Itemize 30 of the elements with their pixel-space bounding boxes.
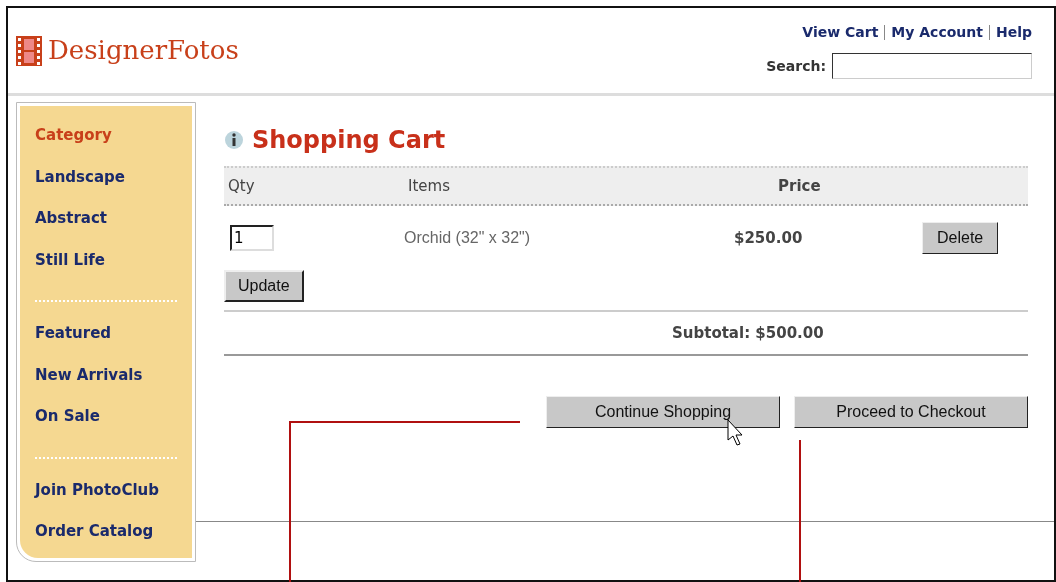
sidebar-link[interactable]: New Arrivals	[35, 363, 177, 405]
search-label: Search:	[766, 56, 826, 76]
page-title: Shopping Cart	[252, 125, 446, 156]
info-icon	[224, 130, 244, 150]
column-header: Qty	[228, 175, 256, 197]
sidebar-link[interactable]: Still Life	[35, 248, 177, 290]
pointer-cursor-icon	[727, 419, 743, 446]
item-name: Orchid (32" x 32")	[404, 228, 532, 248]
action-button[interactable]: Continue Shopping	[546, 396, 780, 428]
sidebar-link[interactable]: On Sale	[35, 405, 177, 447]
sidebar-link[interactable]: Order Catalog	[35, 520, 177, 562]
sidebar-heading: Category	[35, 125, 113, 146]
header-link[interactable]: My Account	[891, 22, 983, 43]
sidebar-link[interactable]: Featured	[35, 322, 177, 364]
sidebar-link[interactable]: Landscape	[35, 165, 177, 207]
action-button[interactable]: Proceed to Checkout	[794, 396, 1028, 428]
update-button[interactable]: Update	[224, 270, 304, 302]
search-field[interactable]	[832, 53, 1032, 79]
header-link[interactable]: Help	[995, 22, 1032, 43]
subtotal-text: Subtotal: $500.00	[672, 322, 824, 344]
delete-button[interactable]: Delete	[922, 222, 999, 254]
column-header: Items	[408, 175, 451, 197]
sidebar-link[interactable]: Abstract	[35, 207, 177, 249]
quantity-field[interactable]: 1	[230, 225, 274, 251]
site-logo[interactable]: DesignerFotos	[48, 31, 239, 70]
sidebar-link[interactable]: Join PhotoClub	[35, 478, 177, 520]
item-price: $250.00	[734, 227, 804, 249]
header-link[interactable]: View Cart	[802, 22, 879, 43]
column-header: Price	[778, 175, 821, 197]
film-strip-icon	[16, 35, 42, 66]
